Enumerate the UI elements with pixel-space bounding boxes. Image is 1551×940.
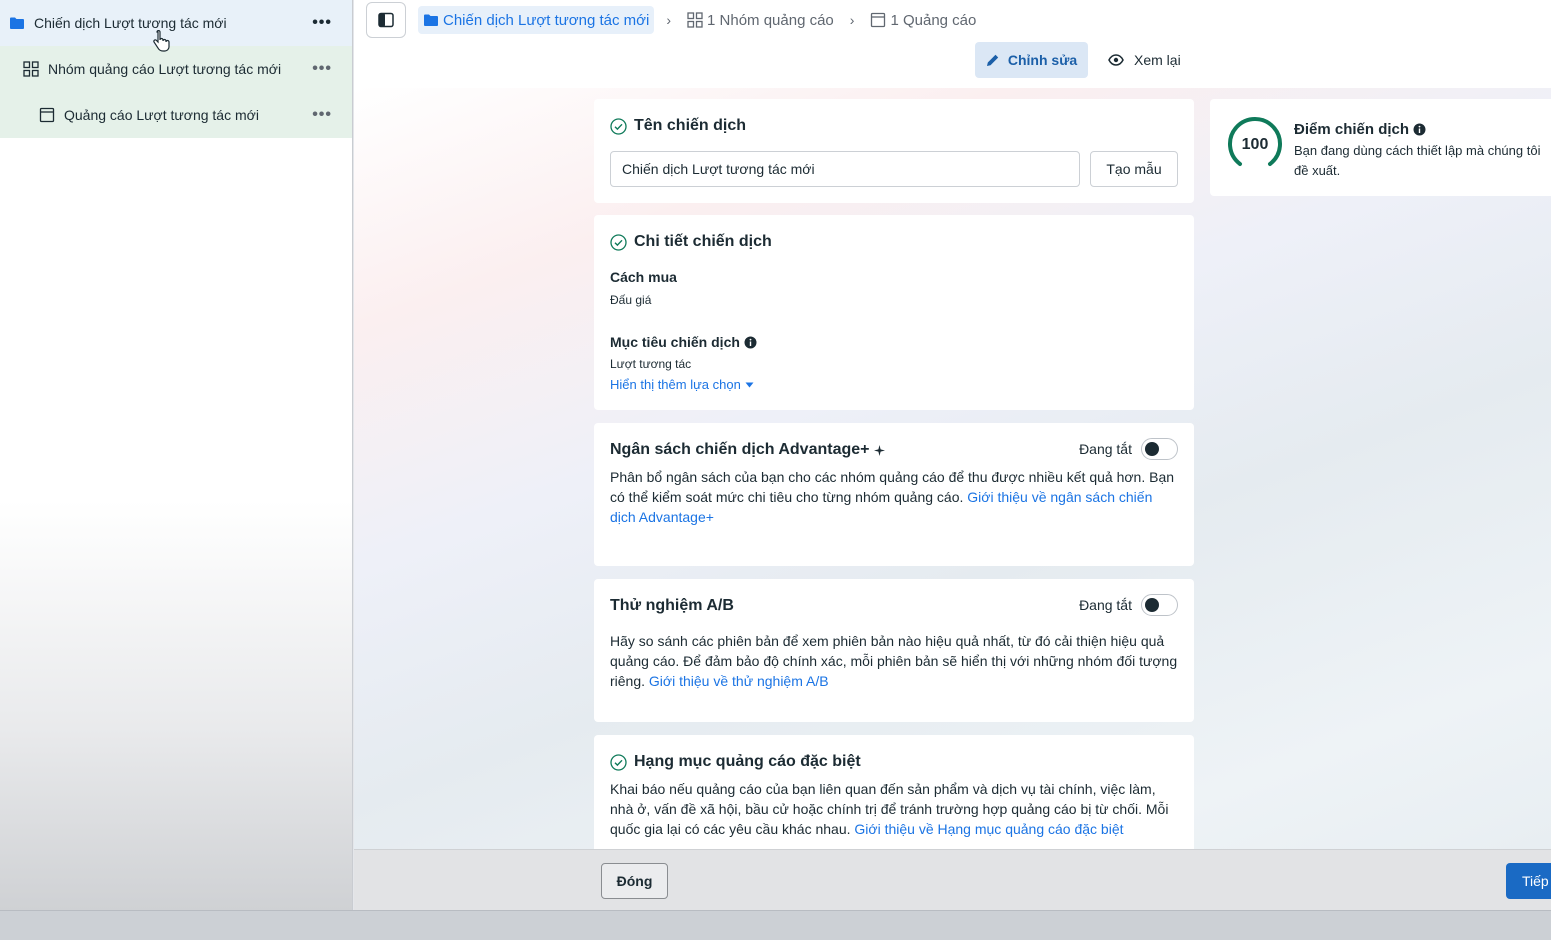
campaign-details-card: Chi tiết chiến dịch Cách mua Đấu giá Mục… [594,215,1194,410]
budget-toggle[interactable]: Đang tắt [1079,438,1178,460]
pencil-icon [986,54,999,66]
top-bar: Chiến dịch Lượt tương tác mới › 1 Nhóm q… [354,0,1551,88]
breadcrumb-label: Chiến dịch Lượt tương tác mới [443,11,650,29]
campaign-tree: Chiến dịch Lượt tương tác mới ••• Nhóm q… [0,0,352,138]
ab-test-description: Hãy so sánh các phiên bản để xem phiên b… [610,631,1180,691]
objective-label: Mục tiêu chiến dịch [610,334,757,350]
card-title: Chi tiết chiến dịch [610,233,772,251]
show-more-options-link[interactable]: Hiển thị thêm lựa chọn [610,377,754,392]
budget-description: Phân bổ ngân sách của bạn cho các nhóm q… [610,467,1180,527]
edit-mode-label: Chỉnh sửa [1007,52,1078,68]
tree-item-adset[interactable]: Nhóm quảng cáo Lượt tương tác mới ••• [0,46,352,92]
create-template-button[interactable]: Tạo mẫu [1090,151,1178,187]
chevron-right-icon: › [849,12,855,28]
show-more-options-text: Hiển thị thêm lựa chọn [610,377,741,392]
info-icon[interactable] [744,336,757,349]
toggle-switch[interactable] [1141,438,1178,460]
score-value: 100 [1241,136,1269,153]
edit-mode-button[interactable]: Chỉnh sửa [975,42,1088,78]
card-title-text: Tên chiến dịch [634,117,747,134]
breadcrumb-label: 1 Quảng cáo [890,11,977,29]
ab-test-learn-more-link[interactable]: Giới thiệu về thử nghiệm A/B [649,673,829,689]
campaign-name-input[interactable]: Chiến dịch Lượt tương tác mới [610,151,1080,187]
card-title: Thử nghiệm A/B [610,597,734,615]
mode-switcher: Chỉnh sửa Xem lại [975,42,1181,78]
review-mode-button[interactable]: Xem lại [1108,52,1181,68]
card-title: Ngân sách chiến dịch Advantage+ [610,441,886,459]
next-button[interactable]: Tiếp [1506,863,1551,899]
sparkle-icon [874,444,886,456]
objective-label-text: Mục tiêu chiến dịch [610,334,740,350]
campaign-name-card: Tên chiến dịch Chiến dịch Lượt tương tác… [594,99,1194,203]
breadcrumb-campaign[interactable]: Chiến dịch Lượt tương tác mới [418,6,655,34]
more-options-icon[interactable]: ••• [312,106,332,124]
toggle-status-text: Đang tắt [1079,597,1132,613]
chevron-right-icon: › [666,12,672,28]
tree-item-ad[interactable]: Quảng cáo Lượt tương tác mới ••• [0,92,352,138]
eye-icon [1108,54,1124,66]
tree-item-campaign[interactable]: Chiến dịch Lượt tương tác mới ••• [0,0,352,52]
sidebar: Chiến dịch Lượt tương tác mới ••• Nhóm q… [0,0,353,910]
score-description: Bạn đang dùng cách thiết lập mà chúng tô… [1294,143,1541,178]
ab-test-toggle[interactable]: Đang tắt [1079,594,1178,616]
objective-value: Lượt tương tác [610,357,692,371]
more-options-icon[interactable]: ••• [312,60,332,78]
breadcrumb: Chiến dịch Lượt tương tác mới › 1 Nhóm q… [418,6,980,34]
special-learn-more-link[interactable]: Giới thiệu về Hạng mục quảng cáo đặc biệ… [854,821,1123,837]
main-content: Tên chiến dịch Chiến dịch Lượt tương tác… [354,88,1551,849]
toggle-switch[interactable] [1141,594,1178,616]
toggle-knob [1145,598,1159,612]
breadcrumb-ads[interactable]: 1 Quảng cáo [866,6,980,34]
grid-icon [22,60,40,78]
card-title-text: Ngân sách chiến dịch Advantage+ [610,441,870,458]
card-title: Hạng mục quảng cáo đặc biệt [610,753,861,771]
close-button[interactable]: Đóng [601,863,668,899]
bottom-strip [0,910,1551,940]
buying-type-label: Cách mua [610,269,677,285]
folder-icon [423,13,439,27]
ad-page-icon [870,12,886,28]
score-title-text: Điểm chiến dịch [1294,121,1410,138]
buying-type-value: Đấu giá [610,293,652,307]
toggle-knob [1145,442,1159,456]
toggle-status-text: Đang tắt [1079,441,1132,457]
tree-item-label: Quảng cáo Lượt tương tác mới [64,107,259,123]
breadcrumb-adsets[interactable]: 1 Nhóm quảng cáo [683,6,838,34]
ab-test-card: Thử nghiệm A/B Đang tắt Hãy so sánh các … [594,579,1194,722]
info-icon[interactable] [1413,123,1426,136]
card-title: Tên chiến dịch [610,117,746,135]
card-title-text: Thử nghiệm A/B [610,597,734,614]
check-circle-icon [610,753,627,771]
tree-item-label: Nhóm quảng cáo Lượt tương tác mới [48,61,282,77]
card-title-text: Chi tiết chiến dịch [634,233,772,250]
ad-page-icon [38,106,56,124]
tree-item-label: Chiến dịch Lượt tương tác mới [34,15,227,31]
review-mode-label: Xem lại [1134,52,1181,68]
footer-bar: Đóng Tiếp [354,849,1551,910]
sidebar-toggle-button[interactable] [366,2,406,38]
card-title-text: Hạng mục quảng cáo đặc biệt [634,753,861,770]
check-circle-icon [610,117,627,135]
special-categories-card: Hạng mục quảng cáo đặc biệt Khai báo nếu… [594,735,1194,849]
check-circle-icon [610,233,627,251]
breadcrumb-label: 1 Nhóm quảng cáo [707,11,834,29]
folder-icon [8,14,26,32]
more-options-icon[interactable]: ••• [312,14,332,32]
caret-down-icon [745,382,754,388]
panel-icon [378,12,394,28]
special-description: Khai báo nếu quảng cáo của bạn liên quan… [610,779,1180,839]
advantage-budget-card: Ngân sách chiến dịch Advantage+ Đang tắt… [594,423,1194,566]
score-title: Điểm chiến dịch [1294,121,1426,138]
campaign-name-value: Chiến dịch Lượt tương tác mới [622,161,815,177]
grid-icon [687,12,703,28]
campaign-score-card: 100 Điểm chiến dịch Bạn đang dùng cách t… [1210,99,1551,196]
